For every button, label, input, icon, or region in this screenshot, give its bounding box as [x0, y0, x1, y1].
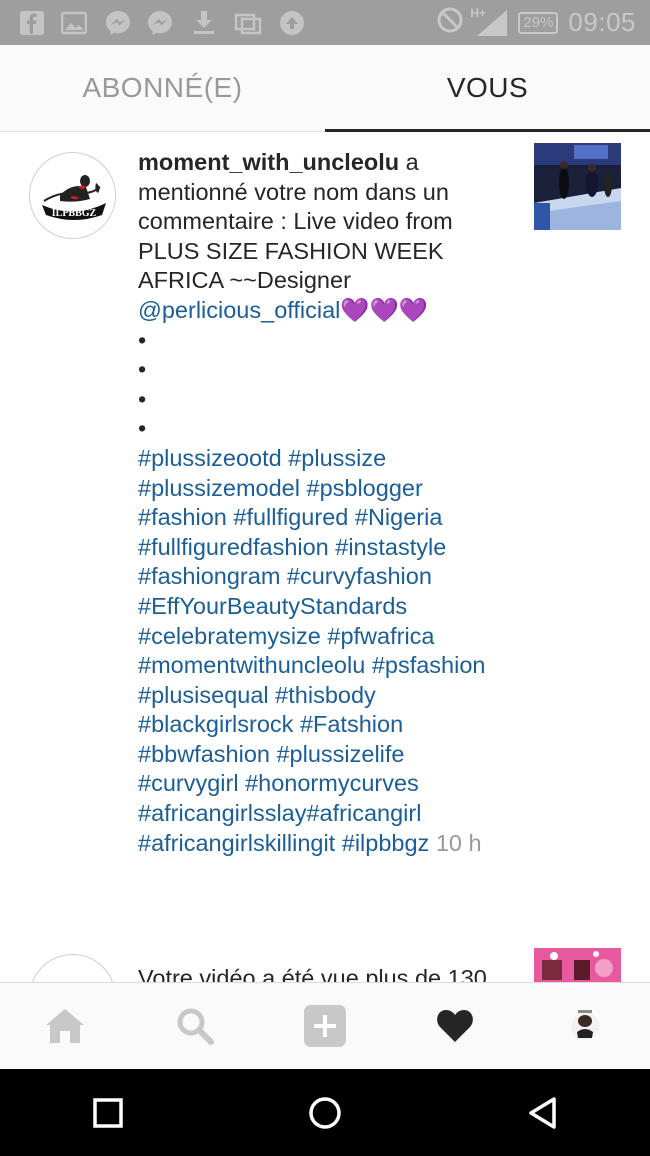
- home-button[interactable]: [217, 1069, 434, 1156]
- home-circle-icon: [309, 1096, 341, 1129]
- battery-indicator: 29%: [518, 11, 559, 34]
- username-link[interactable]: moment_with_uncleolu: [138, 149, 399, 175]
- system-navigation-bar: [0, 1069, 650, 1156]
- clock: 09:05: [568, 7, 636, 37]
- gallery-icon: [60, 9, 88, 37]
- nav-search[interactable]: [130, 983, 260, 1069]
- recent-apps-button[interactable]: [0, 1069, 217, 1156]
- post-thumbnail[interactable]: [534, 143, 621, 230]
- purple-hearts: 💜💜💜: [340, 296, 429, 323]
- post-thumbnail[interactable]: [534, 948, 621, 982]
- add-icon: [304, 1005, 346, 1047]
- dot-line: •: [138, 356, 147, 383]
- dot-line: •: [138, 326, 147, 353]
- tab-following[interactable]: ABONNÉ(E): [0, 45, 325, 131]
- user-avatar[interactable]: ILPBBGZ: [29, 152, 116, 239]
- nav-activity[interactable]: [390, 983, 520, 1069]
- back-button[interactable]: [433, 1069, 650, 1156]
- screenshot-icon: [234, 9, 262, 37]
- dot-line: •: [138, 385, 147, 412]
- video-avatar[interactable]: [29, 954, 116, 982]
- network-type: H+: [470, 5, 487, 20]
- bottom-nav: [0, 982, 650, 1069]
- heart-icon: [437, 1010, 473, 1042]
- recent-apps-icon: [93, 1097, 124, 1128]
- status-bar: H+ 29% 09:05: [0, 0, 650, 45]
- notification-item[interactable]: ILPBBGZ moment_with_uncleolu a mentionné…: [0, 133, 650, 933]
- home-icon: [46, 1009, 84, 1043]
- play-icon: [30, 955, 116, 982]
- dot-line: •: [138, 415, 147, 442]
- messenger-icon-2: [146, 9, 174, 37]
- mention-link[interactable]: @perlicious_official: [138, 297, 340, 323]
- back-icon: [528, 1096, 556, 1129]
- nav-profile[interactable]: [520, 983, 650, 1069]
- nav-add[interactable]: [260, 983, 390, 1069]
- search-icon: [177, 1008, 214, 1045]
- fashion-runway-thumbnail: [534, 143, 621, 230]
- download-icon: [190, 9, 218, 37]
- facebook-icon: [18, 9, 46, 37]
- notification-text[interactable]: moment_with_uncleolu a mentionné votre n…: [138, 148, 510, 858]
- bikini-logo-icon: ILPBBGZ: [31, 154, 115, 238]
- signal-icon: H+: [470, 6, 508, 38]
- svg-text:ILPBBGZ: ILPBBGZ: [52, 208, 97, 219]
- activity-tabs: ABONNÉ(E) VOUS: [0, 45, 650, 132]
- notification-text[interactable]: Votre vidéo a été vue plus de 130: [138, 964, 518, 982]
- tab-you[interactable]: VOUS: [325, 45, 650, 132]
- notification-item[interactable]: Votre vidéo a été vue plus de 130: [0, 948, 650, 982]
- messenger-icon: [104, 9, 132, 37]
- profile-avatar-icon: [571, 1010, 599, 1040]
- pink-video-thumbnail: [534, 948, 621, 982]
- nav-home[interactable]: [0, 983, 130, 1069]
- hashtags[interactable]: #plussizeootd #plussize #plussizemodel #…: [138, 445, 486, 856]
- notification-feed[interactable]: ILPBBGZ moment_with_uncleolu a mentionné…: [0, 133, 650, 982]
- arrow-up-circle-icon: [278, 9, 306, 37]
- no-sim-icon: [436, 6, 464, 39]
- timestamp: 10 h: [429, 829, 482, 856]
